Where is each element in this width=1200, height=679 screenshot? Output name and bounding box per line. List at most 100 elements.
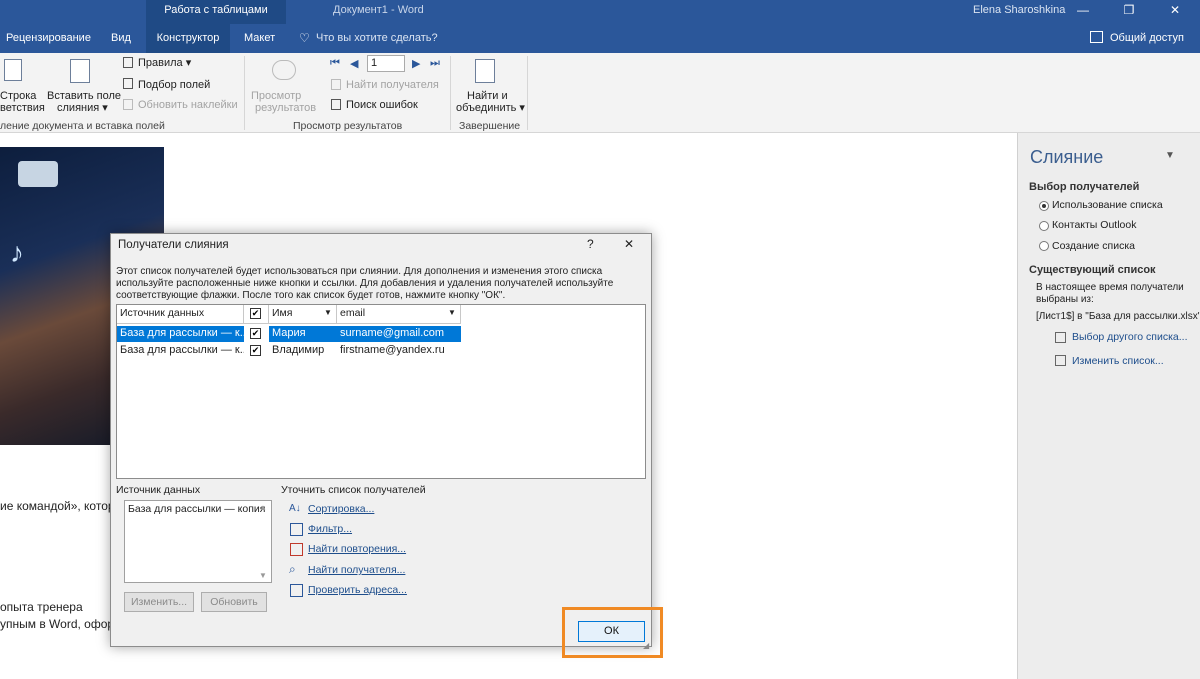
share-button[interactable]: Общий доступ	[1110, 24, 1184, 53]
column-header-email[interactable]: email	[337, 305, 461, 324]
share-icon	[1090, 31, 1103, 43]
find-duplicates-link[interactable]: Найти повторения...	[308, 543, 406, 555]
choose-other-list-link[interactable]: Выбор другого списка...	[1072, 331, 1188, 343]
pane-menu-chevron-icon[interactable]: ▼	[1165, 150, 1175, 161]
table-tools-context-title: Работа с таблицами	[146, 0, 286, 24]
dialog-title: Получатели слияния	[118, 239, 229, 251]
finish-merge-icon	[475, 59, 495, 83]
document-text-line[interactable]: ие командой», котор	[0, 499, 115, 513]
ribbon-separator	[244, 56, 245, 130]
previous-record-icon[interactable]: ◀	[350, 57, 358, 70]
greeting-line-label-2[interactable]: ветствия	[0, 101, 45, 115]
create-list-label[interactable]: Создание списка	[1052, 240, 1135, 252]
find-recipient-button[interactable]: Найти получателя	[346, 78, 439, 92]
insert-merge-field-icon	[70, 59, 90, 83]
edit-list-link[interactable]: Изменить список...	[1072, 355, 1164, 367]
lightbulb-icon: ♡	[299, 31, 310, 45]
first-record-icon[interactable]: ⏮	[330, 57, 340, 70]
refine-list-label: Уточнить список получателей	[281, 484, 426, 496]
tab-layout[interactable]: Макет	[238, 24, 281, 53]
create-list-radio[interactable]	[1039, 241, 1049, 251]
find-recipient-link[interactable]: Найти получателя...	[308, 564, 405, 576]
ribbon-separator	[450, 56, 451, 130]
find-recipient-icon: ⌕	[289, 562, 296, 576]
chat-icon	[18, 161, 58, 187]
preview-results-label-2[interactable]: результатов	[255, 101, 316, 115]
filter-link[interactable]: Фильтр...	[308, 523, 352, 535]
table-row-check[interactable]: ✔	[244, 326, 269, 342]
use-list-radio[interactable]	[1039, 201, 1049, 211]
tab-view[interactable]: Вид	[105, 24, 137, 53]
tell-me-search[interactable]: Что вы хотите сделать?	[310, 24, 444, 53]
scroll-up-icon[interactable]: ▲	[259, 503, 267, 512]
document-text-line[interactable]: упным в Word, офор	[0, 617, 114, 631]
insert-merge-field-label-2[interactable]: слияния ▾	[57, 101, 108, 115]
match-fields-button[interactable]: Подбор полей	[138, 78, 210, 92]
restore-button[interactable]: ❐	[1106, 0, 1152, 24]
table-row-name[interactable]: Владимир	[269, 343, 337, 359]
scroll-down-icon[interactable]: ▼	[259, 571, 267, 580]
update-labels-icon	[123, 99, 133, 110]
data-source-label: Источник данных	[116, 484, 201, 496]
use-list-label[interactable]: Использование списка	[1052, 199, 1163, 211]
row-checkbox[interactable]: ✔	[250, 345, 261, 356]
user-name[interactable]: Elena Sharoshkina	[973, 0, 1065, 20]
sort-link[interactable]: Сортировка...	[308, 503, 374, 515]
preview-results-icon	[272, 60, 296, 80]
group-label-write-insert: ление документа и вставка полей	[0, 120, 165, 132]
document-text-line[interactable]: опыта тренера	[0, 600, 83, 614]
dialog-description: Этот список получателей будет использова…	[116, 266, 614, 301]
minimize-button[interactable]: —	[1060, 0, 1106, 24]
table-row-email[interactable]: firstname@yandex.ru	[337, 343, 461, 359]
outlook-contacts-label[interactable]: Контакты Outlook	[1052, 219, 1136, 231]
data-source-item[interactable]: База для рассылки — копия	[128, 503, 265, 515]
table-row-source[interactable]: База для рассылки — к...	[117, 343, 244, 359]
validate-addresses-link[interactable]: Проверить адреса...	[308, 584, 407, 596]
refresh-button[interactable]: Обновить	[201, 592, 267, 612]
update-labels-button[interactable]: Обновить наклейки	[138, 98, 238, 112]
tab-review[interactable]: Рецензирование	[0, 24, 97, 53]
close-window-button[interactable]: ✕	[1152, 0, 1198, 24]
row-checkbox[interactable]: ✔	[250, 328, 261, 339]
check-errors-icon	[331, 99, 341, 110]
ok-highlight-box	[562, 607, 663, 658]
name-dropdown-icon[interactable]: ▼	[324, 308, 332, 317]
current-source: [Лист1$] в "База для рассылки.xlsx"	[1036, 311, 1200, 322]
help-button[interactable]: ?	[587, 237, 594, 251]
pane-title: Слияние	[1030, 147, 1104, 167]
rules-icon	[123, 57, 133, 68]
existing-list-text: В настоящее время получатели	[1036, 282, 1184, 293]
last-record-icon[interactable]: ⏭	[430, 57, 440, 70]
select-recipients-heading: Выбор получателей	[1029, 181, 1140, 193]
find-recipient-icon	[331, 79, 341, 90]
music-note-icon: ♪	[10, 237, 24, 268]
finish-merge-label-2[interactable]: объединить ▾	[456, 101, 525, 115]
next-record-icon[interactable]: ▶	[412, 57, 420, 70]
column-header-check[interactable]: ✔	[244, 305, 269, 324]
dialog-close-button[interactable]: ✕	[624, 237, 634, 251]
column-header-source[interactable]: Источник данных	[117, 305, 244, 324]
rules-button[interactable]: Правила ▾	[138, 56, 191, 70]
table-row-name[interactable]: Мария	[269, 326, 337, 342]
resize-grip-icon[interactable]: ◢	[643, 641, 649, 650]
table-row-check[interactable]: ✔	[244, 343, 269, 359]
edit-list-icon	[1055, 355, 1066, 366]
mail-merge-pane	[1017, 133, 1200, 679]
validate-addresses-icon	[290, 584, 303, 597]
filter-icon	[290, 523, 303, 536]
table-row-email[interactable]: surname@gmail.com	[337, 326, 461, 342]
record-number-input[interactable]: 1	[367, 55, 405, 72]
check-errors-button[interactable]: Поиск ошибок	[346, 98, 418, 112]
match-fields-icon	[123, 78, 133, 89]
tab-design[interactable]: Конструктор	[146, 24, 230, 53]
group-label-preview: Просмотр результатов	[293, 120, 403, 132]
group-label-finish: Завершение	[459, 120, 521, 132]
sort-icon: A↓	[289, 503, 301, 514]
edit-source-button[interactable]: Изменить...	[124, 592, 194, 612]
select-all-checkbox[interactable]: ✔	[250, 308, 261, 319]
outlook-contacts-radio[interactable]	[1039, 221, 1049, 231]
email-dropdown-icon[interactable]: ▼	[448, 308, 456, 317]
document-title: Документ1 - Word	[333, 4, 424, 16]
existing-list-heading: Существующий список	[1029, 264, 1156, 276]
table-row-source[interactable]: База для рассылки — к...	[117, 326, 244, 342]
